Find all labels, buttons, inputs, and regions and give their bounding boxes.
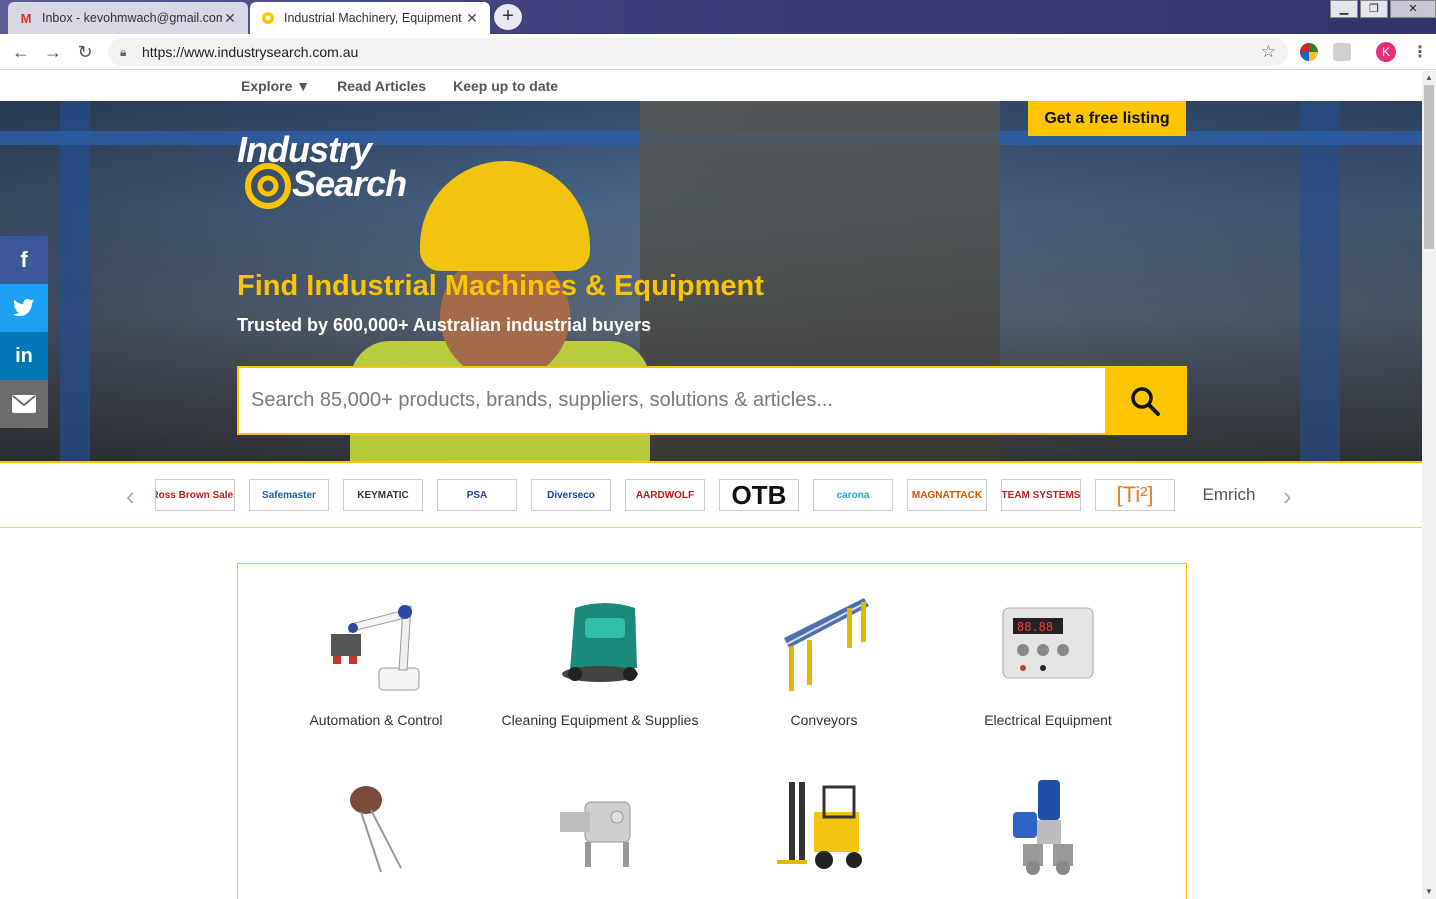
brand-logo[interactable]: Diverseco — [531, 479, 611, 511]
background-worker-hardhat — [420, 161, 590, 271]
profile-avatar[interactable]: K — [1376, 42, 1396, 62]
category-card[interactable]: Hydraulic & Pneumatic — [936, 772, 1160, 899]
restore-button[interactable]: ❐ — [1360, 0, 1388, 18]
url-text[interactable]: https://www.industrysearch.com.au — [142, 44, 358, 60]
category-card[interactable]: Forklifts & Accessories — [712, 772, 936, 899]
tab-gmail[interactable]: M Inbox - kevohmwach@gmail.com ✕ — [8, 2, 248, 34]
forward-arrow-icon[interactable]: → — [42, 41, 64, 63]
capacitor-icon[interactable] — [321, 772, 431, 882]
social-share-bar: f in — [0, 236, 48, 428]
brand-logo[interactable]: Ross Brown Sales — [155, 479, 235, 511]
power-supply-icon[interactable]: 88.88 — [993, 588, 1103, 698]
scrollbar-thumb[interactable] — [1424, 85, 1434, 249]
brand-carousel: ‹ Ross Brown Sales Safemaster KEYMATIC PSA D… — [0, 461, 1422, 528]
category-label[interactable]: Electrical Equipment — [936, 710, 1160, 731]
search-icon — [1131, 386, 1160, 416]
search-input[interactable] — [239, 368, 1105, 433]
valve-actuator-icon[interactable] — [993, 772, 1103, 882]
svg-text:88.88: 88.88 — [1017, 620, 1053, 634]
forklift-icon[interactable] — [769, 772, 879, 882]
brand-logo[interactable]: PSA — [437, 479, 517, 511]
close-tab-icon[interactable]: ✕ — [222, 10, 238, 27]
robot-arm-icon[interactable] — [321, 588, 431, 698]
window-controls: ▁ ❐ ✕ — [1328, 0, 1436, 18]
roller-conveyor-icon[interactable] — [769, 588, 879, 698]
search-box — [237, 366, 1187, 435]
back-arrow-icon[interactable]: ← — [10, 41, 32, 63]
brand-logo[interactable]: [Ti²] — [1095, 479, 1175, 511]
lock-icon[interactable]: 🔒︎ — [120, 45, 132, 60]
category-label[interactable]: Electronic Components — [264, 894, 488, 899]
logo-word-search: Search — [292, 163, 407, 204]
carousel-prev-icon[interactable]: ‹ — [126, 481, 135, 512]
facebook-icon[interactable]: f — [0, 236, 48, 284]
new-tab-button[interactable]: + — [494, 4, 522, 30]
nav-read-articles[interactable]: Read Articles — [337, 78, 426, 94]
close-window-button[interactable]: ✕ — [1390, 0, 1436, 18]
brand-logo[interactable]: KEYMATIC — [343, 479, 423, 511]
scroll-up-icon[interactable]: ▲ — [1422, 71, 1436, 85]
minimize-button[interactable]: ▁ — [1330, 0, 1358, 18]
category-card[interactable]: 88.88 Electrical Equipment — [936, 588, 1160, 731]
hero-subheadline: Trusted by 600,000+ Australian industria… — [237, 315, 651, 335]
browser-menu-icon[interactable]: ⋮ — [1412, 42, 1428, 62]
address-bar[interactable]: 🔒︎ https://www.industrysearch.com.au ☆ — [108, 38, 1288, 66]
tab-industrysearch[interactable]: Industrial Machinery, Equipment ✕ — [250, 2, 490, 34]
brand-logo[interactable]: carona — [813, 479, 893, 511]
industrysearch-favicon — [260, 10, 276, 26]
reload-icon[interactable]: ↻ — [74, 41, 96, 63]
tab-title: Inbox - kevohmwach@gmail.com — [42, 11, 222, 25]
bookmark-star-icon[interactable]: ☆ — [1261, 42, 1276, 62]
brand-logo[interactable]: MAGNATTACK — [907, 479, 987, 511]
page-scrollbar[interactable]: ▲ ▼ — [1422, 71, 1436, 899]
brand-logo[interactable]: TEAM SYSTEMS — [1001, 479, 1081, 511]
brand-logo[interactable]: Safemaster — [249, 479, 329, 511]
close-tab-icon[interactable]: ✕ — [464, 10, 480, 27]
page-viewport: Explore ▼ Read Articles Keep up to date … — [0, 71, 1422, 899]
category-label[interactable]: Forklifts & Accessories — [712, 894, 936, 899]
category-label[interactable]: Conveyors — [712, 710, 936, 731]
nav-explore[interactable]: Explore ▼ — [241, 78, 310, 94]
background-beam — [60, 101, 90, 461]
category-card[interactable]: Electronic Components — [264, 772, 488, 899]
top-navigation: Explore ▼ Read Articles Keep up to date — [0, 71, 1422, 101]
brand-logo[interactable]: Emrich — [1189, 479, 1269, 511]
search-button[interactable] — [1105, 368, 1185, 433]
gmail-icon: M — [20, 10, 32, 26]
floor-scrubber-icon[interactable] — [545, 588, 655, 698]
category-label[interactable]: Automation & Control — [264, 710, 488, 731]
category-label[interactable]: Cleaning Equipment & Supplies — [488, 710, 712, 731]
email-icon[interactable] — [0, 380, 48, 428]
brand-logo[interactable]: AARDWOLF — [625, 479, 705, 511]
category-card[interactable]: Cleaning Equipment & Supplies — [488, 588, 712, 731]
get-free-listing-button[interactable]: Get a free listing — [1028, 101, 1186, 136]
browser-toolbar: ← → ↻ 🔒︎ https://www.industrysearch.com.… — [0, 34, 1436, 70]
shield-extension-icon[interactable] — [1333, 43, 1351, 61]
hero-banner: Get a free listing Industry Search Find … — [0, 101, 1422, 461]
carousel-next-icon[interactable]: › — [1283, 481, 1292, 512]
category-label[interactable]: Food & Beverage — [488, 894, 712, 899]
industrysearch-logo[interactable]: Industry Search — [237, 129, 412, 209]
category-card[interactable]: Food & Beverage — [488, 772, 712, 899]
twitter-icon[interactable] — [0, 284, 48, 332]
scroll-down-icon[interactable]: ▼ — [1422, 885, 1436, 899]
tab-title: Industrial Machinery, Equipment — [284, 11, 462, 25]
extension-icon[interactable] — [1300, 43, 1318, 61]
background-beam — [1300, 101, 1340, 461]
category-card[interactable]: Conveyors — [712, 588, 936, 731]
category-label[interactable]: Hydraulic & Pneumatic — [936, 894, 1160, 899]
category-card[interactable]: Automation & Control — [264, 588, 488, 731]
browser-tab-strip: M Inbox - kevohmwach@gmail.com ✕ Industr… — [0, 0, 1436, 34]
logo-ring-icon — [245, 163, 291, 209]
hero-headline: Find Industrial Machines & Equipment — [237, 270, 764, 302]
food-processor-icon[interactable] — [545, 772, 655, 882]
linkedin-icon[interactable]: in — [0, 332, 48, 380]
nav-keep-up-to-date[interactable]: Keep up to date — [453, 78, 558, 94]
brand-logo[interactable]: OTB — [719, 479, 799, 511]
category-grid: Automation & Control Cleaning Equipment &… — [237, 563, 1187, 899]
